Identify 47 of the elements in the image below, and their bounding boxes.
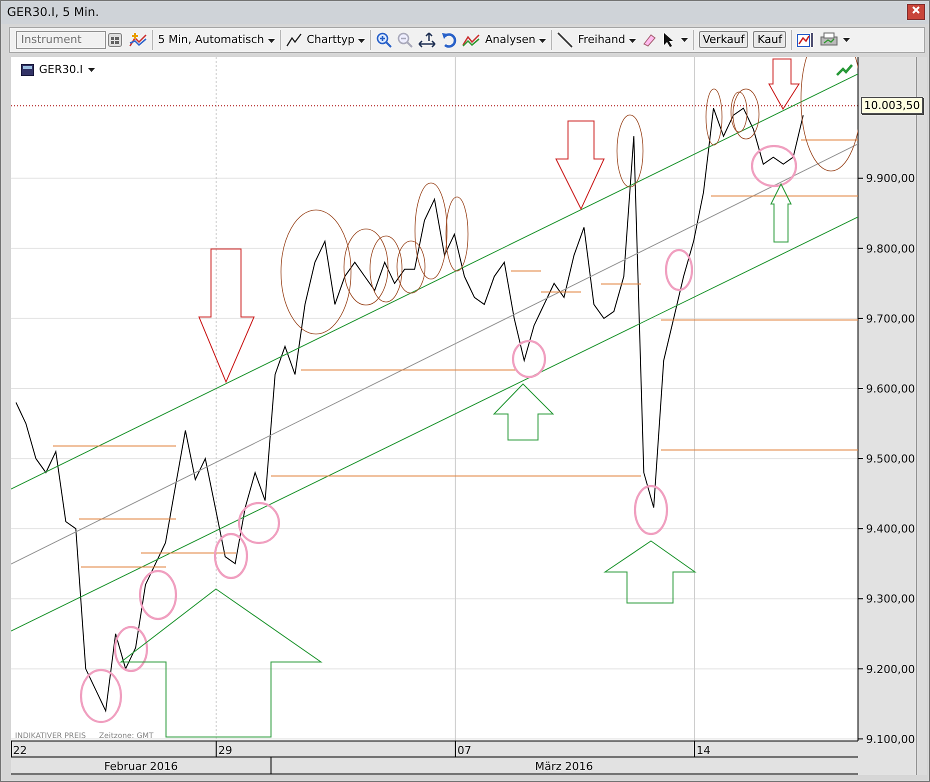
caret-icon[interactable] [680,38,688,42]
analyses-dropdown[interactable]: Analysen [485,33,546,46]
line-chart-icon [286,32,302,47]
freehand-dropdown[interactable]: Freihand [578,33,636,46]
axis-label: 9.500,00 [866,452,915,466]
axis-label: 9.100,00 [866,732,915,746]
axis-label: 9.600,00 [866,382,915,396]
axis-label: 9.300,00 [866,592,915,606]
instrument-name[interactable]: GER30.I [39,63,83,76]
axis-label: 07 [457,744,472,757]
caret-icon[interactable] [843,38,850,42]
close-icon [912,6,920,14]
month-label: März 2016 [534,760,594,773]
line-tool-icon [556,32,573,48]
chart-settings-icon[interactable] [797,32,816,48]
caret-icon [538,39,546,44]
sell-button[interactable]: Verkauf [698,31,748,48]
caret-icon [358,39,366,44]
caret-icon[interactable] [88,68,95,72]
eraser-icon[interactable] [640,32,657,48]
axis-label: 9.400,00 [866,522,915,536]
price-tag: 10.003,50 [861,97,923,114]
fit-arrows-icon[interactable] [418,32,436,48]
analysis-icon [462,32,480,47]
caret-icon [628,39,636,44]
chart-type-dropdown[interactable]: Charttyp [306,33,366,46]
axis-label: 9.700,00 [866,312,915,326]
axis-label: 9.200,00 [866,662,915,676]
trend-up-icon [836,64,853,76]
interval-dropdown[interactable]: 5 Min, Automatisch [158,33,275,46]
printer-icon[interactable] [820,32,838,48]
axis-label: 29 [218,744,232,757]
buy-button[interactable]: Kauf [753,31,786,48]
caret-icon [268,39,275,44]
axis-label: 22 [13,744,27,757]
cfd-icon [21,64,34,76]
axis-label: 14 [696,744,711,757]
window-title: GER30.I, 5 Min. [7,5,100,20]
instrument-field[interactable]: Instrument [16,30,106,49]
zoom-in-icon[interactable] [376,32,392,48]
month-label: Februar 2016 [104,760,178,773]
list-icon[interactable] [108,32,122,47]
axis-label: 9.900,00 [866,172,915,186]
chart-add-icon[interactable] [129,32,147,48]
axis-label: 9.800,00 [866,242,915,256]
close-button[interactable] [907,4,925,20]
undo-icon[interactable] [441,32,458,48]
